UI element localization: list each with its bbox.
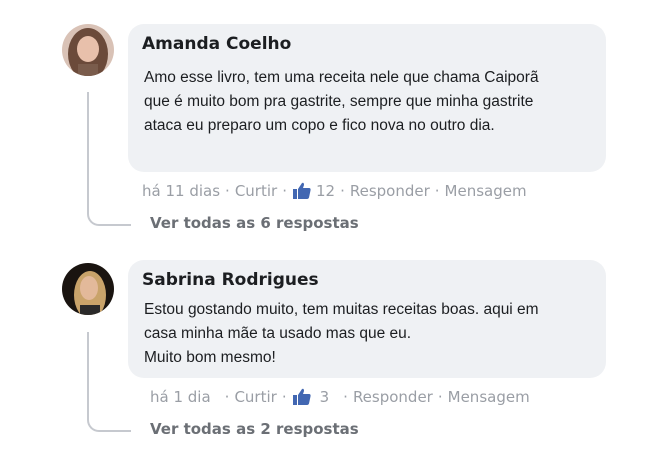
comment-text: Estou gostando muito, tem muitas receita… bbox=[144, 298, 594, 370]
thread-connector bbox=[87, 92, 131, 226]
message-button[interactable]: Mensagem bbox=[448, 388, 530, 406]
comment-actions: há 11 dias · Curtir · 12 · Responder · M… bbox=[142, 182, 527, 200]
separator: · bbox=[282, 182, 287, 200]
comment-actions: há 1 dia · Curtir · 3 · Responder · Mens… bbox=[150, 388, 530, 406]
separator: · bbox=[437, 388, 443, 406]
separator: · bbox=[343, 388, 348, 406]
comment-line: ataca eu preparo um copo e fico nova no … bbox=[144, 117, 495, 134]
separator: · bbox=[224, 388, 230, 406]
separator: · bbox=[225, 182, 230, 200]
reply-button[interactable]: Responder bbox=[350, 182, 430, 200]
like-count: 12 bbox=[315, 182, 336, 200]
comment-line: Amo esse livro, tem uma receita nele que… bbox=[144, 69, 539, 86]
like-button[interactable]: Curtir bbox=[234, 388, 276, 406]
timestamp[interactable]: há 1 dia bbox=[150, 388, 211, 406]
like-count: 3 bbox=[319, 388, 330, 406]
comment-line: casa minha mãe ta usado mas que eu. bbox=[144, 325, 412, 342]
timestamp[interactable]: há 11 dias bbox=[142, 182, 220, 200]
like-button[interactable]: Curtir bbox=[235, 182, 277, 200]
comment-bubble: Sabrina Rodrigues Estou gostando muito, … bbox=[128, 260, 606, 378]
message-button[interactable]: Mensagem bbox=[445, 182, 527, 200]
author-name[interactable]: Sabrina Rodrigues bbox=[142, 270, 319, 290]
thumbs-up-icon[interactable] bbox=[292, 182, 312, 200]
see-all-replies-link[interactable]: Ver todas as 6 respostas bbox=[150, 214, 359, 232]
comment-line: que é muito bom pra gastrite, sempre que… bbox=[144, 93, 534, 110]
avatar[interactable] bbox=[62, 263, 114, 315]
thread-connector bbox=[87, 332, 131, 432]
comment-text: Amo esse livro, tem uma receita nele que… bbox=[144, 66, 594, 138]
separator: · bbox=[281, 388, 287, 406]
comment-bubble: Amanda Coelho Amo esse livro, tem uma re… bbox=[128, 24, 606, 172]
separator: · bbox=[434, 182, 440, 200]
comment-line: Muito bom mesmo! bbox=[144, 349, 276, 366]
author-name[interactable]: Amanda Coelho bbox=[142, 34, 291, 54]
separator: · bbox=[340, 182, 345, 200]
avatar[interactable] bbox=[62, 24, 114, 76]
thumbs-up-icon[interactable] bbox=[292, 388, 312, 406]
reply-button[interactable]: Responder bbox=[353, 388, 433, 406]
see-all-replies-link[interactable]: Ver todas as 2 respostas bbox=[150, 420, 359, 438]
comment-line: Estou gostando muito, tem muitas receita… bbox=[144, 301, 539, 318]
